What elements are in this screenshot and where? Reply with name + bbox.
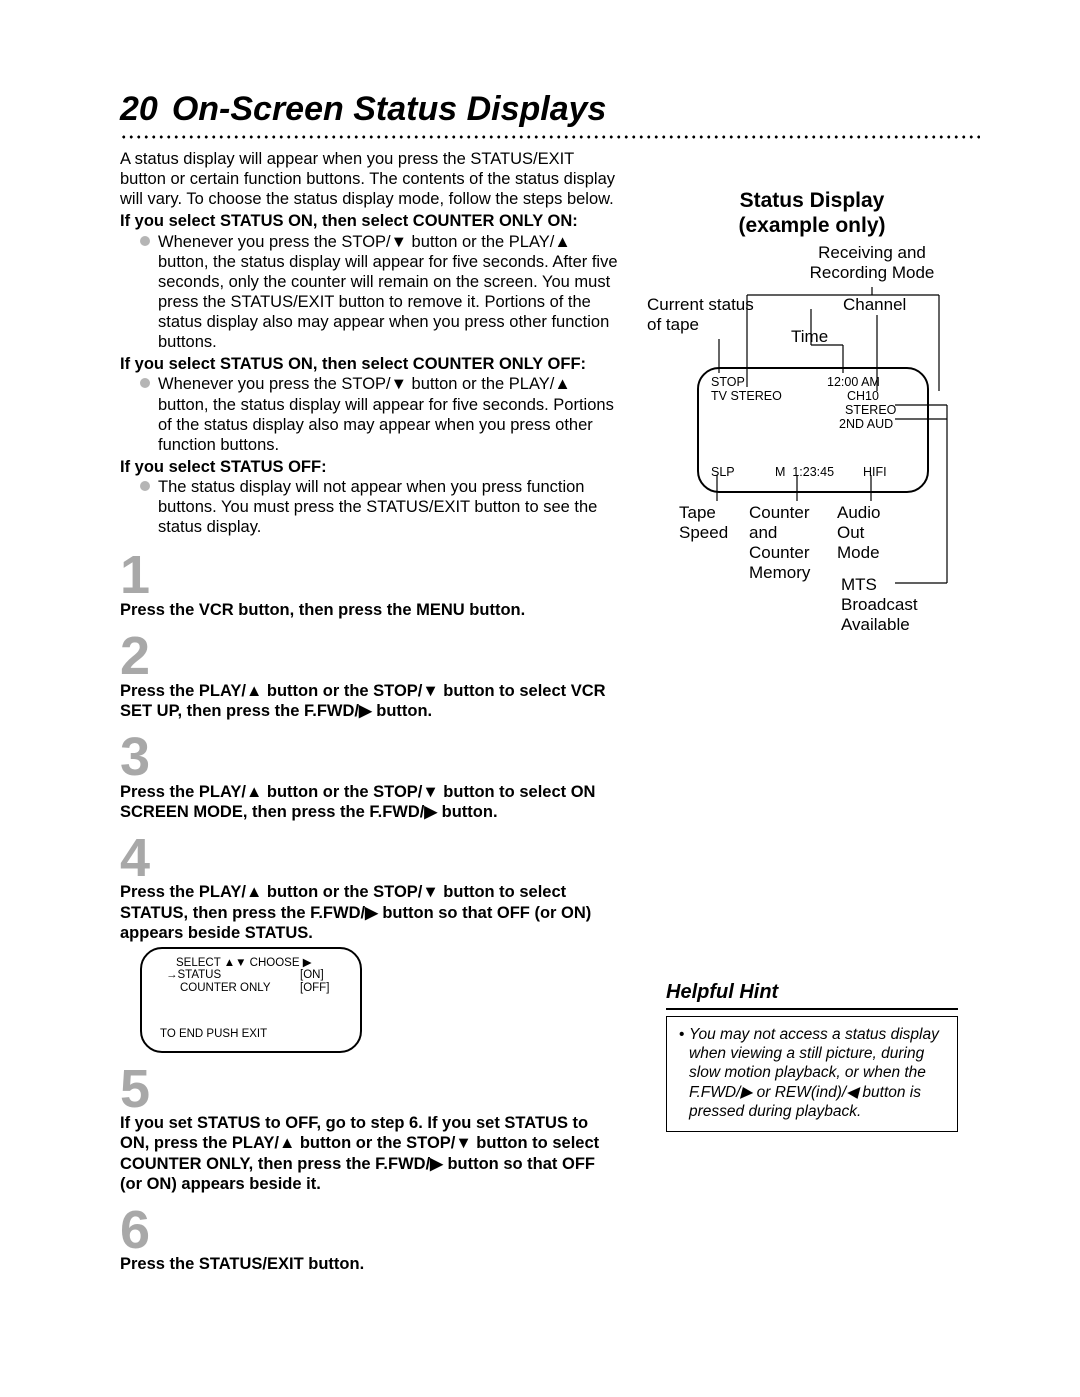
tv-stop: STOP — [711, 375, 745, 389]
step-text-4: Press the PLAY/▲ button or the STOP/▼ bu… — [120, 882, 620, 942]
tv-stereo: STEREO — [845, 403, 896, 417]
helpful-hint-body: • You may not access a status display wh… — [666, 1016, 958, 1133]
page-container: 20 On-Screen Status Displays A status di… — [0, 0, 1080, 1397]
status-display-heading: Status Display (example only) — [738, 189, 885, 239]
right-column: Status Display (example only) Receiving … — [644, 149, 980, 1275]
label-receiving-mode: Receiving and Recording Mode — [787, 243, 957, 283]
bullet-2-text: Whenever you press the STOP/▼ button or … — [158, 374, 620, 455]
label-counter: Counter and Counter Memory — [749, 503, 810, 583]
columns: A status display will appear when you pr… — [120, 149, 980, 1275]
tv-tvstereo: TV STEREO — [711, 389, 782, 403]
tv-counter: M 1:23:45 — [775, 465, 834, 479]
bullet-2: Whenever you press the STOP/▼ button or … — [140, 374, 620, 455]
label-time: Time — [791, 327, 828, 347]
step-text-2: Press the PLAY/▲ button or the STOP/▼ bu… — [120, 681, 620, 721]
bullet-3-text: The status display will not appear when … — [158, 477, 620, 537]
menu-row2-right: [OFF] — [300, 982, 329, 994]
menu-footer: TO END PUSH EXIT — [160, 1028, 267, 1040]
label-audio-mode: Audio Out Mode — [837, 503, 880, 563]
tv-tapespeed: SLP — [711, 465, 735, 479]
subhead-status-off: If you select STATUS OFF: — [120, 457, 620, 477]
page-title: On-Screen Status Displays — [172, 90, 607, 129]
step-number-4: 4 — [120, 834, 620, 883]
menu-row1-right: [ON] — [300, 969, 324, 981]
tv-2nd-aud: 2ND AUD — [839, 417, 893, 431]
label-current-status: Current status of tape — [647, 295, 754, 335]
tv-screen-illustration: STOP TV STEREO 12:00 AM CH10 STEREO 2ND … — [697, 367, 929, 493]
subhead-status-on-counter-on: If you select STATUS ON, then select COU… — [120, 211, 620, 231]
label-mts: MTS Broadcast Available — [841, 575, 918, 635]
step-number-5: 5 — [120, 1065, 620, 1114]
step-number-1: 1 — [120, 551, 620, 600]
helpful-hint-box: Helpful Hint • You may not access a stat… — [666, 981, 958, 1133]
bullet-1: Whenever you press the STOP/▼ button or … — [140, 232, 620, 353]
bullet-dot-icon — [140, 378, 150, 388]
step-number-2: 2 — [120, 632, 620, 681]
menu-header: SELECT ▲▼ CHOOSE ▶ — [176, 955, 312, 969]
menu-row2-left: COUNTER ONLY — [180, 982, 271, 994]
dots-divider — [120, 135, 980, 139]
bullet-dot-icon — [140, 481, 150, 491]
page-number: 20 — [120, 90, 158, 129]
menu-row1-left: →STATUS — [166, 969, 221, 981]
tv-time: 12:00 AM — [827, 375, 880, 389]
step-number-3: 3 — [120, 733, 620, 782]
step-number-6: 6 — [120, 1206, 620, 1255]
bullet-1-text: Whenever you press the STOP/▼ button or … — [158, 232, 620, 353]
step-text-1: Press the VCR button, then press the MEN… — [120, 600, 620, 620]
step-text-3: Press the PLAY/▲ button or the STOP/▼ bu… — [120, 782, 620, 822]
step-text-6: Press the STATUS/EXIT button. — [120, 1254, 620, 1274]
bullet-3: The status display will not appear when … — [140, 477, 620, 537]
title-row: 20 On-Screen Status Displays — [120, 90, 980, 129]
label-channel: Channel — [843, 295, 906, 315]
intro-paragraph: A status display will appear when you pr… — [120, 149, 620, 209]
menu-screen-illustration: SELECT ▲▼ CHOOSE ▶ →STATUS [ON] COUNTER … — [140, 947, 362, 1053]
tv-channel: CH10 — [847, 389, 879, 403]
hint-bullet-icon: • — [679, 1025, 689, 1122]
helpful-hint-title: Helpful Hint — [666, 981, 958, 1010]
hint-text: You may not access a status display when… — [689, 1025, 945, 1122]
step-text-5: If you set STATUS to OFF, go to step 6. … — [120, 1113, 620, 1194]
status-diagram: Receiving and Recording Mode Channel Tim… — [647, 243, 977, 673]
label-tape-speed: Tape Speed — [679, 503, 728, 543]
steps-list: 1 Press the VCR button, then press the M… — [120, 551, 620, 1274]
tv-hifi: HIFI — [863, 465, 887, 479]
left-column: A status display will appear when you pr… — [120, 149, 620, 1275]
subhead-status-on-counter-off: If you select STATUS ON, then select COU… — [120, 354, 620, 374]
bullet-dot-icon — [140, 236, 150, 246]
